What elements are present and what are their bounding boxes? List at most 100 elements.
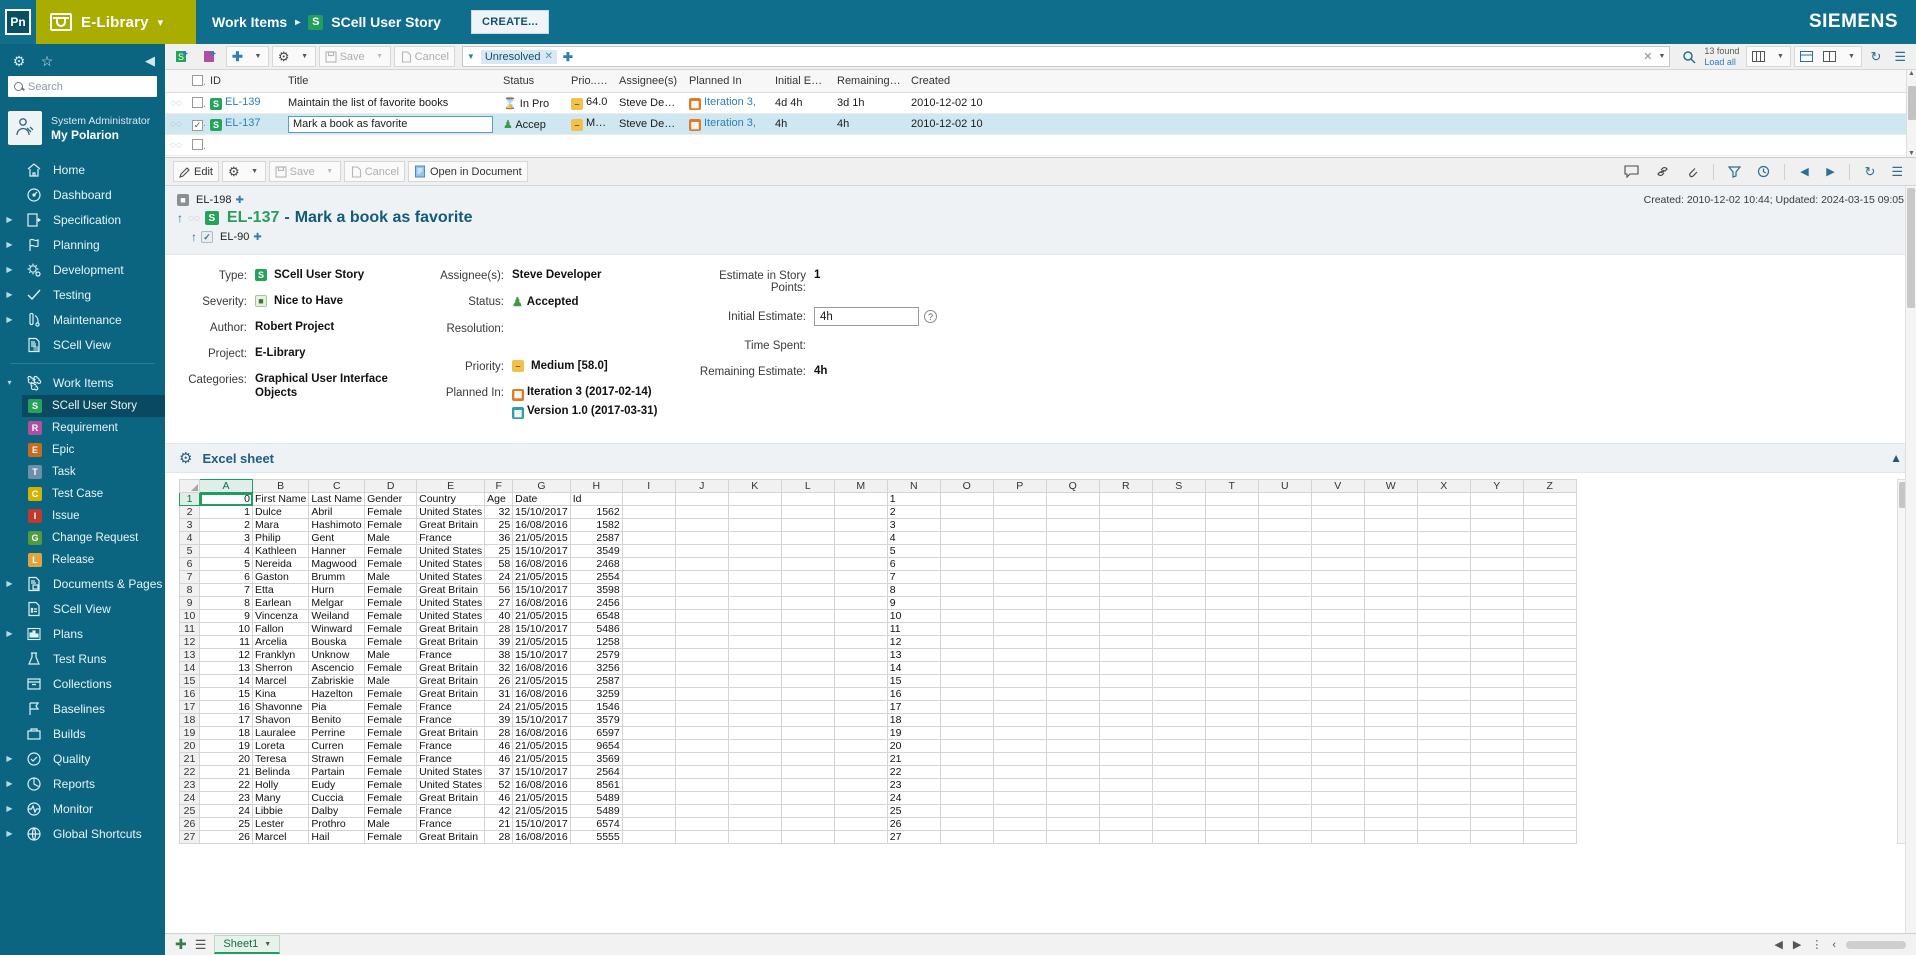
sheet-row[interactable]: 15 14 Marcel Zabriskie Male Great Britain 26 21… [179, 674, 1577, 688]
cell-S12[interactable] [1151, 635, 1206, 649]
cell-W23[interactable] [1363, 778, 1418, 792]
sidebar-item-test-case[interactable]: C Test Case [22, 483, 165, 505]
expand-caret-icon[interactable]: ▶ [4, 215, 15, 224]
sheet-tab-sheet1[interactable]: Sheet1 ▼ [214, 935, 281, 954]
cell-F24[interactable]: 46 [484, 791, 514, 805]
cell-Q22[interactable] [1045, 765, 1100, 779]
cell-N14[interactable]: 14 [886, 661, 941, 675]
cell-P26[interactable] [992, 817, 1047, 831]
cell-N16[interactable]: 16 [886, 687, 941, 701]
sidebar-item-test-runs[interactable]: Test Runs [0, 646, 165, 671]
cell-S21[interactable] [1151, 752, 1206, 766]
cell-C21[interactable]: Strawn [308, 752, 366, 766]
cell-L2[interactable] [780, 505, 835, 519]
column-header-c[interactable]: C [308, 479, 366, 493]
column-header-q[interactable]: Q [1045, 479, 1100, 493]
cell-D11[interactable]: Female [364, 622, 418, 636]
cell-C25[interactable]: Dalby [308, 804, 366, 818]
cell-R22[interactable] [1098, 765, 1153, 779]
cell-T16[interactable] [1204, 687, 1259, 701]
cell-K15[interactable] [727, 674, 782, 688]
cell-E25[interactable]: France [416, 804, 486, 818]
cell-O2[interactable] [939, 505, 994, 519]
cell-T21[interactable] [1204, 752, 1259, 766]
column-header-status[interactable]: Status [498, 75, 566, 87]
column-header-u[interactable]: U [1257, 479, 1312, 493]
scroll-up-icon[interactable]: ▲ [1907, 70, 1916, 77]
cell-T11[interactable] [1204, 622, 1259, 636]
cell-N24[interactable]: 24 [886, 791, 941, 805]
cell-P2[interactable] [992, 505, 1047, 519]
cell-V10[interactable] [1310, 609, 1365, 623]
row-header-5[interactable]: 5 [179, 544, 200, 558]
cell-D2[interactable]: Female [364, 505, 418, 519]
sidebar-item-epic[interactable]: E Epic [22, 439, 165, 461]
cell-D19[interactable]: Female [364, 726, 418, 740]
cell-R11[interactable] [1098, 622, 1153, 636]
cell-M10[interactable] [833, 609, 888, 623]
sheet-row[interactable]: 1 0 First Name Last Name Gender Country Age Dat… [179, 492, 1577, 506]
cell-H25[interactable]: 5489 [569, 804, 623, 818]
add-filter-icon[interactable]: ✚ [563, 50, 573, 64]
column-header-a[interactable]: A [199, 479, 253, 493]
cell-I20[interactable] [621, 739, 676, 753]
cell-I14[interactable] [621, 661, 676, 675]
cell-U3[interactable] [1257, 518, 1312, 532]
cell-F21[interactable]: 46 [484, 752, 514, 766]
row-grip-icon[interactable]: ◌◌ [165, 140, 187, 151]
cell-S11[interactable] [1151, 622, 1206, 636]
cell-A19[interactable]: 18 [199, 726, 253, 740]
cell-R10[interactable] [1098, 609, 1153, 623]
cell-Z25[interactable] [1522, 804, 1577, 818]
column-header-w[interactable]: W [1363, 479, 1418, 493]
sheet-row[interactable]: 19 18 Lauralee Perrine Female Great Britain 28… [179, 726, 1577, 740]
cell-N2[interactable]: 2 [886, 505, 941, 519]
expand-caret-icon[interactable]: ▶ [4, 290, 15, 299]
sheet-list-icon[interactable]: ☰ [195, 937, 207, 953]
row-header-25[interactable]: 25 [179, 804, 200, 818]
linked-item-id[interactable]: EL-90 [220, 231, 249, 243]
cell-P11[interactable] [992, 622, 1047, 636]
cell-O18[interactable] [939, 713, 994, 727]
cell-X14[interactable] [1416, 661, 1471, 675]
sidebar-item-maintenance[interactable]: ▶ Maintenance [0, 307, 165, 332]
cell-I7[interactable] [621, 570, 676, 584]
row-header-15[interactable]: 15 [179, 674, 200, 688]
cell-P20[interactable] [992, 739, 1047, 753]
cell-F20[interactable]: 46 [484, 739, 514, 753]
cell-S3[interactable] [1151, 518, 1206, 532]
cell-V15[interactable] [1310, 674, 1365, 688]
column-header-priority[interactable]: Prio... ▼ [566, 75, 614, 87]
cell-X1[interactable] [1416, 492, 1471, 506]
cell-Y20[interactable] [1469, 739, 1524, 753]
cell-O7[interactable] [939, 570, 994, 584]
cell-U11[interactable] [1257, 622, 1312, 636]
cell-T7[interactable] [1204, 570, 1259, 584]
cell-Z3[interactable] [1522, 518, 1577, 532]
cell-J21[interactable] [674, 752, 729, 766]
cell-V24[interactable] [1310, 791, 1365, 805]
cell-Y5[interactable] [1469, 544, 1524, 558]
cell-B17[interactable]: Shavonne [251, 700, 310, 714]
cell-H11[interactable]: 5486 [569, 622, 623, 636]
cell-P19[interactable] [992, 726, 1047, 740]
sidebar-item-development[interactable]: ▶ Development [0, 257, 165, 282]
cell-E27[interactable]: Great Britain [416, 830, 486, 844]
cell-Z16[interactable] [1522, 687, 1577, 701]
cell-C7[interactable]: Brumm [308, 570, 366, 584]
cell-E1[interactable]: Country [416, 492, 486, 506]
sheet-row[interactable]: 9 8 Earlean Melgar Female United States 27 16/0… [179, 596, 1577, 610]
cell-U13[interactable] [1257, 648, 1312, 662]
row-header-2[interactable]: 2 [179, 505, 200, 519]
cell-W3[interactable] [1363, 518, 1418, 532]
cell-I12[interactable] [621, 635, 676, 649]
save-button[interactable]: Save [270, 162, 320, 182]
cell-A26[interactable]: 25 [199, 817, 253, 831]
cell-B20[interactable]: Loreta [251, 739, 310, 753]
cell-N8[interactable]: 8 [886, 583, 941, 597]
cell-Y6[interactable] [1469, 557, 1524, 571]
planned-in-version[interactable]: ▩ Version 1.0 (2017-03-31) [512, 405, 657, 419]
cell-C4[interactable]: Gent [308, 531, 366, 545]
column-header-t[interactable]: T [1204, 479, 1259, 493]
cell-G11[interactable]: 15/10/2017 [512, 622, 571, 636]
